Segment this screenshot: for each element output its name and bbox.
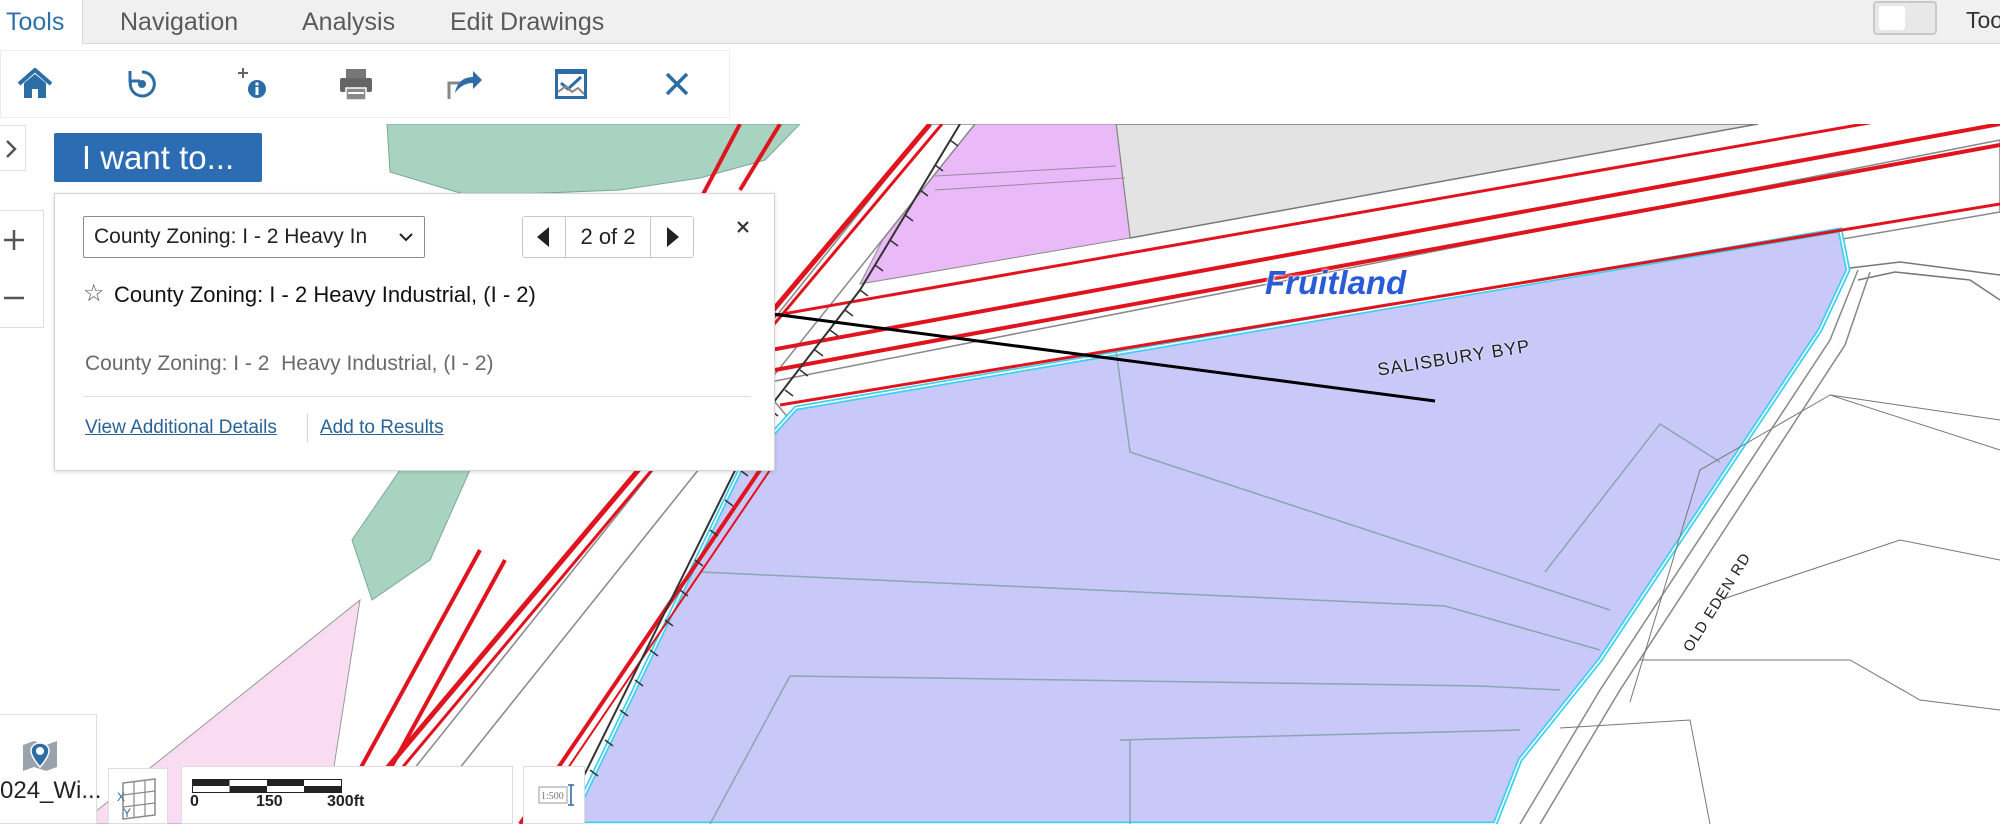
feature-description: County Zoning: I - 2 Heavy Industrial, (… [85, 352, 494, 375]
green-zone-2 [351, 469, 471, 601]
scale-input-button[interactable]: 1:500 [523, 766, 585, 824]
zoom-in-button[interactable] [0, 211, 44, 269]
link-separator [307, 414, 308, 442]
feature-info-popup: County Zoning: I - 2 Heavy In 2 of 2 ☆ C… [54, 193, 775, 471]
scale-label-150: 150 [256, 793, 283, 810]
identify-icon [238, 68, 266, 98]
tab-tools[interactable]: Tools [0, 0, 84, 45]
coordinate-grid-button[interactable]: X Y [108, 768, 168, 824]
favorite-star-icon[interactable]: ☆ [83, 280, 105, 308]
toggle-knob [1879, 6, 1905, 30]
tools-label-right: Too [1966, 7, 2000, 33]
tab-analysis[interactable]: Analysis [284, 0, 413, 44]
scale-input-icon: 1:500 [538, 784, 574, 806]
divider [83, 396, 751, 397]
result-count: 2 of 2 [580, 224, 636, 249]
result-pager: 2 of 2 [522, 216, 694, 258]
i-want-to-button[interactable]: I want to... [54, 133, 262, 182]
export-icon [555, 69, 587, 99]
tab-bar: Tools Navigation Analysis Edit Drawings … [0, 0, 2000, 45]
triangle-right-icon [667, 227, 679, 247]
svg-text:Y: Y [123, 806, 131, 820]
previous-result-button[interactable] [523, 217, 566, 257]
triangle-left-icon [537, 227, 549, 247]
grid-map-icon: X Y [117, 778, 156, 820]
scale-bar-graphic [192, 779, 342, 793]
layer-select[interactable]: County Zoning: I - 2 Heavy In [83, 216, 425, 258]
plus-icon [4, 230, 24, 250]
add-to-results-link[interactable]: Add to Results [320, 415, 444, 441]
export-button[interactable] [548, 61, 594, 107]
green-zone [386, 124, 801, 197]
share-icon [447, 71, 482, 99]
minus-icon [4, 296, 24, 300]
refresh-icon [128, 70, 156, 98]
feature-title: County Zoning: I - 2 Heavy Industrial, (… [114, 282, 536, 307]
home-button[interactable] [12, 61, 58, 107]
scale-label-0: 0 [190, 793, 199, 810]
identify-button[interactable] [228, 61, 274, 107]
zoom-out-button[interactable] [0, 269, 44, 327]
close-icon [665, 72, 689, 96]
scale-bar: 0 150 300ft [181, 766, 513, 824]
print-icon [340, 69, 372, 101]
toolbar-toggle[interactable] [1873, 1, 1937, 35]
svg-text:X: X [117, 790, 125, 804]
popup-close-button[interactable] [730, 214, 756, 240]
layer-select-value: County Zoning: I - 2 Heavy In [94, 225, 368, 248]
home-icon [17, 68, 53, 98]
tab-navigation[interactable]: Navigation [102, 0, 256, 44]
close-toolbar-button[interactable] [654, 61, 700, 107]
share-button[interactable] [441, 61, 487, 107]
chevron-right-icon [6, 140, 17, 158]
next-result-button[interactable] [650, 217, 693, 257]
basemap-label: 024_Wi... [0, 777, 102, 804]
close-icon [737, 221, 749, 233]
scale-label-300ft: 300ft [327, 793, 365, 810]
tab-edit-drawings[interactable]: Edit Drawings [432, 0, 622, 44]
place-label: Fruitland [1265, 264, 1407, 301]
toolbar [0, 50, 730, 118]
basemap-icon [20, 735, 60, 775]
zoom-control [0, 210, 44, 328]
refresh-button[interactable] [119, 61, 165, 107]
print-button[interactable] [333, 61, 379, 107]
scale-input-text: 1:500 [541, 791, 564, 802]
basemap-switcher[interactable]: 024_Wi... [0, 714, 101, 824]
view-additional-details-link[interactable]: View Additional Details [85, 415, 277, 441]
chevron-down-icon [399, 233, 413, 242]
panel-expand-button[interactable] [0, 125, 26, 171]
